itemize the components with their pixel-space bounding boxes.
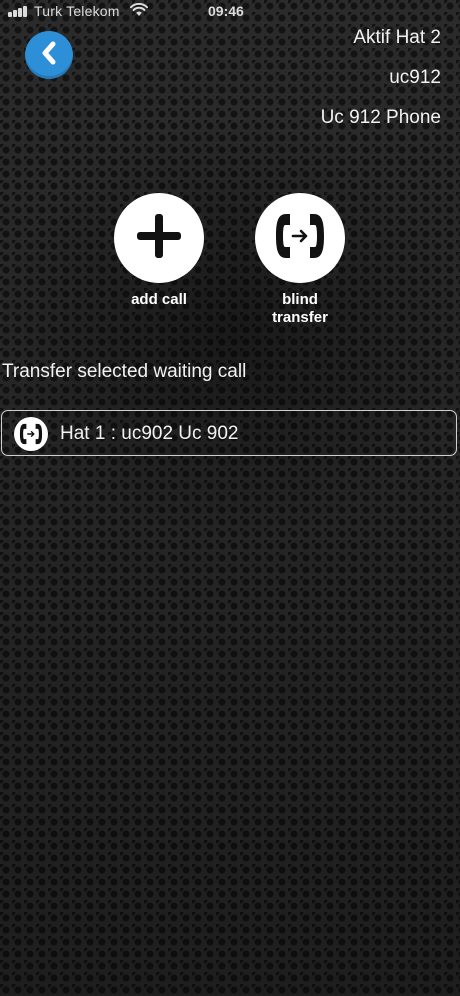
device-name-label: Uc 912 Phone	[320, 107, 441, 128]
add-call-button[interactable]	[114, 193, 204, 283]
chevron-left-icon	[38, 40, 60, 71]
carrier-name: Turk Telekom	[34, 3, 120, 19]
add-call-label: add call	[131, 291, 187, 308]
line-info: Aktif Hat 2 uc912 Uc 912 Phone	[321, 18, 441, 138]
blind-transfer-action[interactable]: blind transfer	[245, 193, 355, 327]
add-call-action[interactable]: add call	[104, 193, 214, 309]
signal-strength-icon	[8, 5, 30, 17]
blind-transfer-label-line2: transfer	[272, 309, 328, 326]
blind-transfer-label: blind transfer	[245, 291, 355, 327]
blind-transfer-label-line1: blind	[282, 291, 318, 308]
active-line-title: Aktif Hat 2	[353, 27, 441, 48]
plus-icon	[134, 211, 184, 266]
blind-transfer-button[interactable]	[255, 193, 345, 283]
back-button[interactable]	[25, 31, 73, 79]
wifi-icon	[130, 2, 148, 20]
waiting-call-label: Hat 1 : uc902 Uc 902	[60, 423, 239, 444]
extension-label: uc912	[389, 67, 441, 88]
waiting-call-row[interactable]: Hat 1 : uc902 Uc 902	[1, 410, 457, 456]
phone-pair-icon	[14, 417, 48, 451]
phone-transfer-icon	[272, 210, 328, 267]
transfer-section-title: Transfer selected waiting call	[2, 361, 247, 382]
status-time: 09:46	[208, 3, 244, 19]
